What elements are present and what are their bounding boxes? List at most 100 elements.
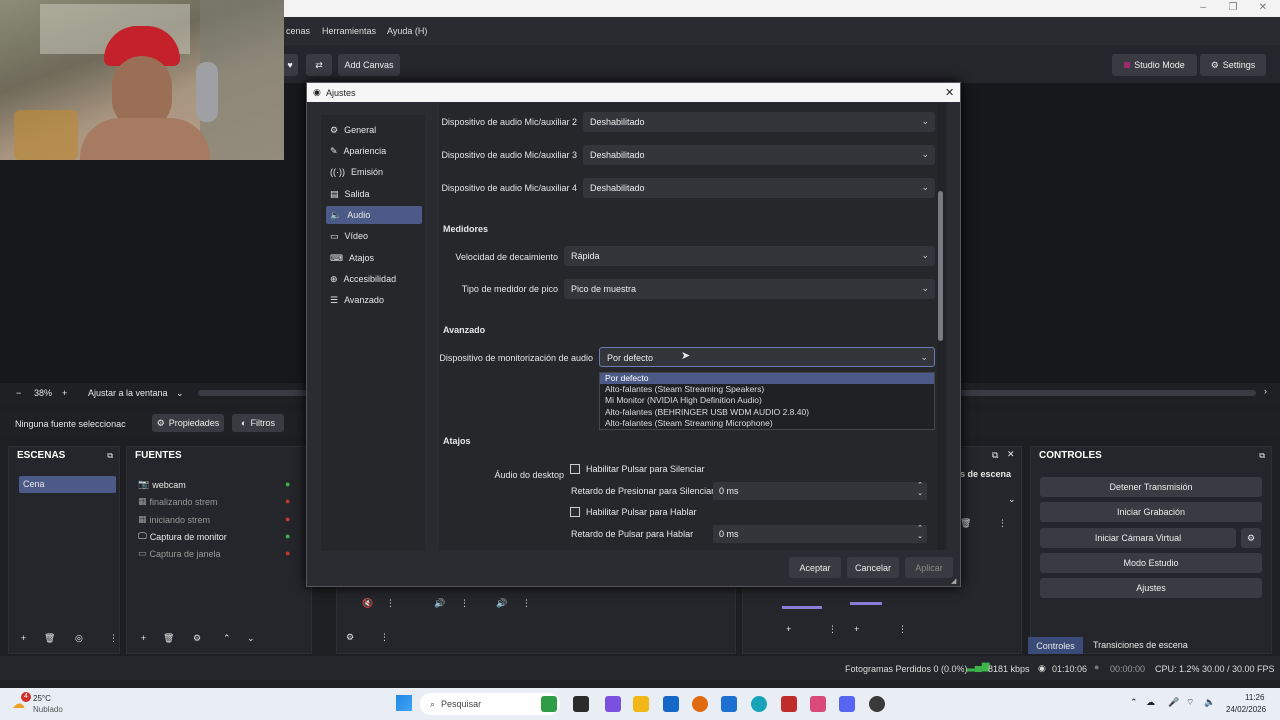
terminal-icon[interactable] [573, 696, 589, 712]
monitoring-select[interactable]: Por defecto ⌄ [599, 347, 935, 367]
chevron-icon[interactable]: › [1264, 386, 1267, 396]
add-icon[interactable]: + [854, 624, 859, 634]
more-icon[interactable]: ⋮ [109, 633, 118, 644]
trash-icon[interactable]: 🗑 [163, 633, 174, 644]
accept-button[interactable]: Aceptar [789, 557, 841, 578]
menu-tools[interactable]: Herramientas [322, 26, 376, 36]
volume-icon[interactable]: 🔈 [1204, 697, 1215, 708]
dropdown-option[interactable]: Por defecto [600, 373, 934, 384]
maximize-icon[interactable]: ❐ [1226, 2, 1240, 13]
chevron-up-icon[interactable]: ⌃ [1130, 697, 1138, 708]
push-to-mute-checkbox[interactable]: Habilitar Pulsar para Silenciar [570, 464, 705, 474]
start-recording-button[interactable]: Iniciar Grabación [1040, 502, 1262, 522]
speaker-icon[interactable]: 🔊 [434, 598, 445, 609]
mic2-select[interactable]: Deshabilitado ⌄ [583, 112, 935, 132]
mic3-select[interactable]: Deshabilitado ⌄ [583, 145, 935, 165]
firefox-icon[interactable] [692, 696, 708, 712]
spinner-arrows-icon[interactable]: ⌃ ⌄ [917, 525, 923, 541]
cancel-button[interactable]: Cancelar [847, 557, 899, 578]
gear-icon[interactable]: ⚙ [1241, 528, 1261, 548]
dropdown-option[interactable]: Alto-falantes (Steam Streaming Speakers) [600, 384, 934, 395]
eye-hidden-icon[interactable]: ● [285, 548, 290, 558]
horizontal-scrollbar-right[interactable] [960, 390, 1256, 396]
push-to-talk-delay-input[interactable]: 0 ms ⌃ ⌄ [713, 525, 927, 543]
sidebar-item-general[interactable]: ⚙ General [326, 121, 422, 139]
sidebar-item-advanced[interactable]: ☰ Avanzado [326, 291, 422, 309]
chevron-down-icon[interactable]: ⌄ [176, 388, 184, 399]
tab-controls[interactable]: Controles [1028, 637, 1083, 654]
discord-icon[interactable] [839, 696, 855, 712]
mic-icon[interactable]: 🎤 [1168, 697, 1179, 708]
undock-icon[interactable]: ⧉ [107, 451, 113, 461]
more-icon[interactable]: ⋮ [460, 598, 469, 609]
more-icon[interactable]: ⋮ [998, 518, 1007, 529]
speaker-icon[interactable]: 🔊 [496, 598, 507, 609]
sidebar-item-appearance[interactable]: ✎ Apariencia [326, 142, 422, 160]
menu-scenes[interactable]: cenas [286, 26, 310, 36]
close-icon[interactable]: ✕ [945, 86, 954, 99]
source-row[interactable]: ▦ iniciando strem [138, 514, 210, 525]
more-icon[interactable]: ⋮ [386, 598, 395, 609]
scene-item[interactable]: Cena [19, 476, 116, 493]
filters-button[interactable]: ◐ Filtros [232, 414, 284, 432]
move-down-icon[interactable]: ⌄ [247, 633, 255, 644]
sidebar-item-accessibility[interactable]: ⊕ Accesibilidad [326, 270, 422, 288]
sidebar-item-hotkeys[interactable]: ⌨ Atajos [326, 249, 422, 267]
push-to-mute-delay-input[interactable]: 0 ms ⌃ ⌄ [713, 482, 927, 500]
mail-icon[interactable] [721, 696, 737, 712]
settings-button[interactable]: Ajustes [1040, 578, 1262, 598]
more-icon[interactable]: ⋮ [522, 598, 531, 609]
trash-icon[interactable]: 🗑 [44, 633, 55, 644]
gear-icon[interactable]: ⚙ [346, 632, 354, 643]
peak-select[interactable]: Pico de muestra ⌄ [564, 279, 935, 299]
studio-mode-button[interactable]: Modo Estudio [1040, 553, 1262, 573]
add-canvas-button[interactable]: Add Canvas [338, 54, 400, 76]
push-to-talk-checkbox[interactable]: Habilitar Pulsar para Hablar [570, 507, 697, 517]
zoom-in-button[interactable]: + [62, 388, 67, 398]
trash-icon[interactable]: 🗑 [960, 518, 971, 529]
share-icon[interactable]: ⇄ [306, 54, 332, 76]
eye-icon[interactable]: ● [285, 479, 290, 489]
windows-start-icon[interactable] [396, 695, 412, 711]
obs-icon[interactable] [869, 696, 885, 712]
capcut-icon[interactable] [810, 696, 826, 712]
chevron-down-icon[interactable]: ⌄ [1008, 494, 1016, 505]
more-icon[interactable]: ⋮ [828, 624, 837, 635]
dropdown-option[interactable]: Alto-falantes (BEHRINGER USB WDM AUDIO 2… [600, 407, 934, 418]
eye-icon[interactable]: ● [285, 531, 290, 541]
add-scene-icon[interactable]: + [21, 633, 26, 643]
store-icon[interactable] [663, 696, 679, 712]
app-icon-green[interactable] [541, 696, 557, 712]
minimize-icon[interactable]: – [1196, 2, 1210, 13]
sidebar-item-audio[interactable]: 🔈 Audio [326, 206, 422, 224]
app-icon-red[interactable] [781, 696, 797, 712]
mic4-select[interactable]: Deshabilitado ⌄ [583, 178, 935, 198]
dropdown-option[interactable]: Alto-falantes (Steam Streaming Microphon… [600, 418, 934, 429]
zoom-out-button[interactable]: − [16, 388, 21, 398]
tab-scene-transitions[interactable]: Transiciones de escena [1093, 640, 1188, 650]
eye-hidden-icon[interactable]: ● [285, 514, 290, 524]
move-up-icon[interactable]: ⌃ [223, 633, 231, 644]
heart-icon[interactable]: ♥ [282, 54, 298, 76]
properties-button[interactable]: ⚙ Propiedades [152, 414, 224, 432]
decay-select[interactable]: Rápida ⌄ [564, 246, 935, 266]
start-virtual-camera-button[interactable]: Iniciar Cámara Virtual [1040, 528, 1236, 548]
more-icon[interactable]: ⋮ [380, 632, 389, 643]
source-row[interactable]: ▭ Captura de janela [138, 548, 221, 559]
studio-mode-button[interactable]: Studio Mode [1112, 54, 1197, 76]
stop-stream-button[interactable]: Detener Transmisión [1040, 477, 1262, 497]
source-row[interactable]: 🖵 Captura de monitor [138, 531, 227, 542]
fit-window-select[interactable]: Ajustar a la ventana [88, 388, 168, 398]
cloud-icon[interactable]: ☁ [1146, 697, 1155, 708]
vertical-scrollbar[interactable] [937, 103, 945, 550]
menu-help[interactable]: Ayuda (H) [387, 26, 427, 36]
close-icon[interactable]: ✕ [1007, 449, 1015, 460]
undock-icon[interactable]: ⧉ [992, 450, 998, 461]
sidebar-item-output[interactable]: ▤ Salida [326, 185, 422, 203]
app-icon-purple[interactable] [605, 696, 621, 712]
horizontal-scrollbar[interactable] [198, 390, 308, 396]
sidebar-item-video[interactable]: ▭ Vídeo [326, 227, 422, 245]
dropdown-option[interactable]: Mi Monitor (NVIDIA High Definition Audio… [600, 395, 934, 406]
resize-grip-icon[interactable]: ◢ [951, 577, 956, 585]
source-row[interactable]: 📷 webcam [138, 479, 186, 490]
